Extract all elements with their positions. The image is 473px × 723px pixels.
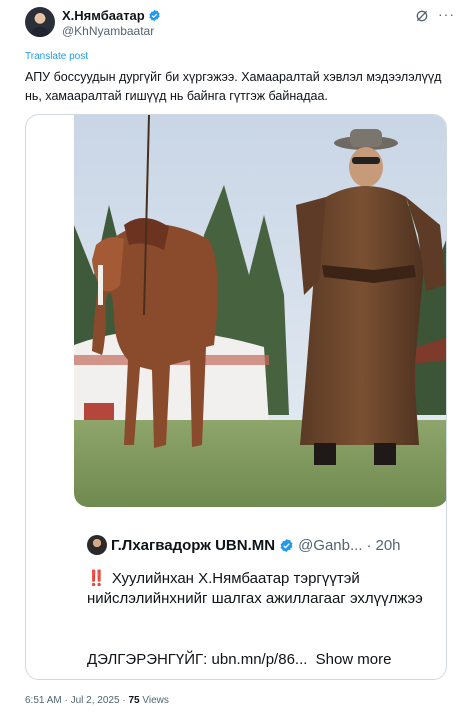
quoted-post-link[interactable]: ДЭЛГЭРЭНГҮЙГ: ubn.mn/p/86...	[87, 651, 307, 668]
more-icon[interactable]: ···	[438, 7, 456, 24]
translate-post-link[interactable]: Translate post	[25, 51, 88, 62]
double-exclamation-icon: ‼️	[87, 570, 106, 587]
quote-card[interactable]: Г.Лхагвадорж UBN.MN @Ganb... · 20h ‼️ Ху…	[25, 114, 447, 680]
quoted-author-handle[interactable]: @Ganb...	[298, 537, 362, 554]
post-time[interactable]: 6:51 AM	[25, 695, 62, 706]
meta-separator: ·	[122, 695, 126, 706]
views-label: Views	[142, 695, 169, 706]
quoted-post-header: Г.Лхагвадорж UBN.MN @Ganb... · 20h	[87, 535, 401, 555]
meta-separator: ·	[64, 695, 68, 706]
views-count[interactable]: 75	[128, 695, 139, 706]
post-date[interactable]: Jul 2, 2025	[71, 695, 120, 706]
verified-badge-icon	[149, 9, 160, 22]
quoted-time[interactable]: 20h	[376, 537, 401, 554]
quoted-post-body: Хуулийнхан Х.Нямбаатар тэргүүтэй нийслэл…	[87, 570, 423, 607]
post-text: АПУ боссуудын дургүйг би хүргэжээ. Хамаа…	[25, 70, 442, 103]
author-name-row[interactable]: Х.Нямбаатар	[62, 8, 161, 23]
verified-badge-icon	[280, 538, 293, 552]
quoted-post-text: ‼️ Хуулийнхан Х.Нямбаатар тэргүүтэй нийс…	[87, 569, 437, 609]
horse-photo[interactable]	[74, 115, 447, 507]
quoted-post-link-row: ДЭЛГЭРЭНГҮЙГ: ubn.mn/p/86... Show more	[87, 651, 391, 668]
quoted-post[interactable]: Г.Лхагвадорж UBN.MN @Ganb... · 20h ‼️ Ху…	[74, 523, 446, 679]
quoted-author-avatar[interactable]	[87, 535, 107, 555]
show-more-link[interactable]: Show more	[316, 651, 392, 668]
author-name[interactable]: Х.Нямбаатар	[62, 8, 145, 23]
grok-icon[interactable]	[414, 8, 430, 24]
quoted-separator: ·	[366, 536, 372, 554]
post: Х.Нямбаатар @KhNyambaatar ··· Translate …	[0, 0, 473, 723]
post-meta: 6:51 AM · Jul 2, 2025 · 75 Views	[25, 695, 169, 706]
author-avatar[interactable]	[25, 7, 55, 37]
author-handle[interactable]: @KhNyambaatar	[62, 24, 154, 38]
quoted-author-name[interactable]: Г.Лхагвадорж UBN.MN	[111, 537, 275, 554]
